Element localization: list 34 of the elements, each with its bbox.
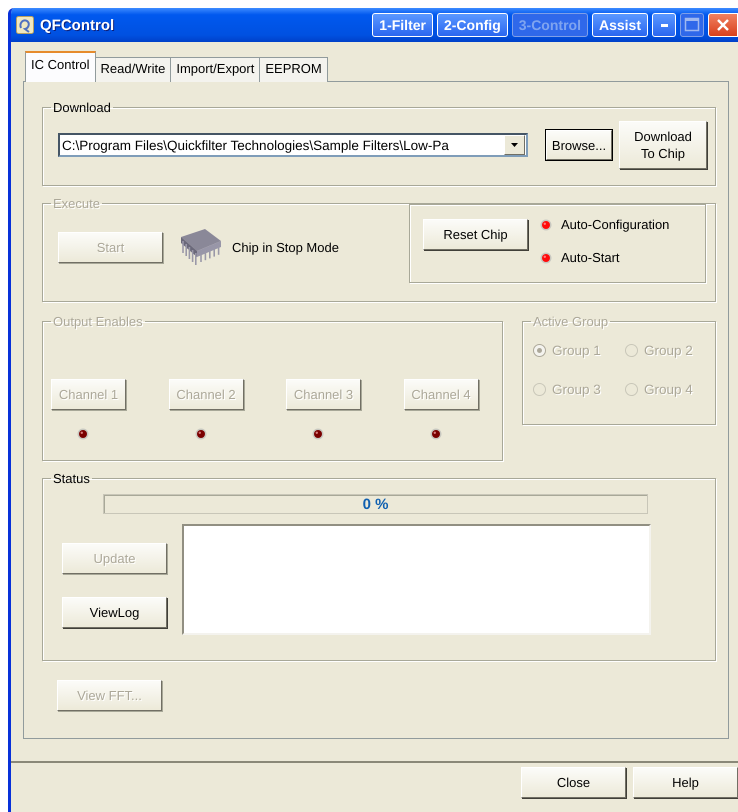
group-label: Active Group bbox=[532, 314, 610, 329]
group-label: Download bbox=[52, 100, 112, 115]
close-button[interactable] bbox=[708, 13, 738, 37]
indicator-label: Auto-Configuration bbox=[561, 217, 670, 232]
tab[interactable]: IC Control bbox=[25, 51, 96, 82]
tab[interactable]: Read/Write bbox=[94, 57, 172, 82]
app-icon bbox=[16, 16, 34, 34]
browse-button[interactable]: Browse... bbox=[546, 130, 612, 160]
file-path-text: C:\Program Files\Quickfilter Technologies\Sample Filters\Low-Pa bbox=[61, 138, 450, 152]
wizard-step-button[interactable]: 1-Filter bbox=[372, 13, 433, 37]
indicator-label: Auto-Start bbox=[561, 250, 620, 265]
group-label: Status bbox=[52, 471, 91, 486]
wizard-step-button[interactable]: 2-Config bbox=[436, 13, 508, 37]
minimize-button[interactable] bbox=[652, 13, 676, 37]
close-dialog-button[interactable]: Close bbox=[521, 767, 626, 798]
file-path-dropdown[interactable]: C:\Program Files\Quickfilter Technologies\Sample Filters\Low-Pa bbox=[58, 133, 528, 157]
tab[interactable]: Import/Export bbox=[170, 57, 260, 82]
progress-reading: 0 % bbox=[362, 496, 388, 512]
window-title: QFControl bbox=[40, 16, 116, 34]
maximize-icon bbox=[684, 17, 700, 33]
close-icon bbox=[715, 17, 731, 33]
dropdown-arrow-button[interactable] bbox=[504, 135, 525, 155]
chip-status-text: Chip in Stop Mode bbox=[232, 240, 340, 254]
group-label: Output Enables bbox=[52, 314, 144, 329]
caret-icon bbox=[510, 142, 519, 148]
help-button[interactable]: Help bbox=[633, 767, 738, 798]
wizard-step-button[interactable]: Assist bbox=[592, 13, 648, 37]
tab[interactable]: EEPROM bbox=[259, 57, 328, 82]
view-log-button[interactable]: ViewLog bbox=[62, 597, 167, 628]
maximize-button[interactable] bbox=[680, 13, 704, 37]
download-to-chip-button[interactable]: Download To Chip bbox=[619, 121, 707, 169]
minimize-icon bbox=[660, 24, 668, 26]
group-label: Execute bbox=[52, 196, 101, 211]
log-text-area[interactable] bbox=[182, 524, 651, 635]
